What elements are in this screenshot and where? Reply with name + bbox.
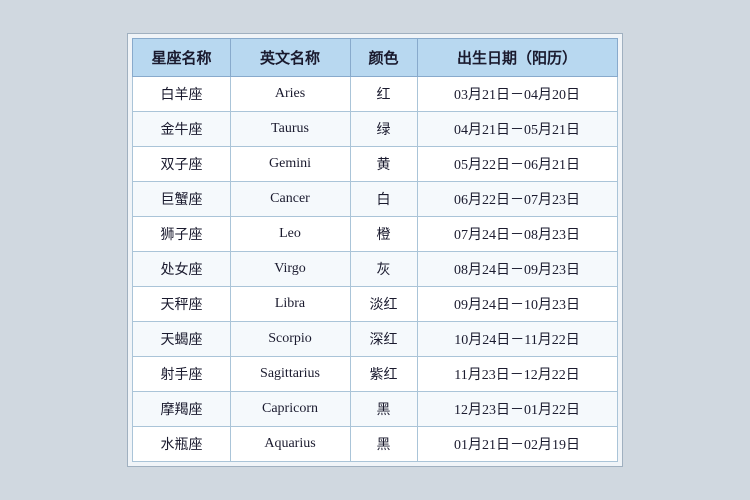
cell-cn: 双子座	[133, 147, 230, 182]
header-date: 出生日期（阳历）	[417, 39, 617, 77]
cell-date: 10月24日－11月22日	[417, 322, 617, 357]
cell-date: 04月21日－05月21日	[417, 112, 617, 147]
cell-date: 01月21日－02月19日	[417, 427, 617, 462]
cell-color: 绿	[350, 112, 417, 147]
cell-cn: 天秤座	[133, 287, 230, 322]
cell-color: 灰	[350, 252, 417, 287]
cell-color: 红	[350, 77, 417, 112]
cell-en: Leo	[230, 217, 350, 252]
cell-color: 深红	[350, 322, 417, 357]
cell-date: 12月23日－01月22日	[417, 392, 617, 427]
cell-en: Aries	[230, 77, 350, 112]
table-header-row: 星座名称 英文名称 颜色 出生日期（阳历）	[133, 39, 617, 77]
cell-date: 09月24日－10月23日	[417, 287, 617, 322]
cell-color: 黄	[350, 147, 417, 182]
cell-date: 08月24日－09月23日	[417, 252, 617, 287]
cell-cn: 巨蟹座	[133, 182, 230, 217]
cell-cn: 金牛座	[133, 112, 230, 147]
cell-date: 05月22日－06月21日	[417, 147, 617, 182]
cell-cn: 天蝎座	[133, 322, 230, 357]
header-en: 英文名称	[230, 39, 350, 77]
cell-cn: 摩羯座	[133, 392, 230, 427]
table-row: 金牛座Taurus绿04月21日－05月21日	[133, 112, 617, 147]
cell-color: 橙	[350, 217, 417, 252]
zodiac-table: 星座名称 英文名称 颜色 出生日期（阳历） 白羊座Aries红03月21日－04…	[132, 38, 617, 462]
cell-color: 黑	[350, 427, 417, 462]
cell-date: 11月23日－12月22日	[417, 357, 617, 392]
cell-en: Capricorn	[230, 392, 350, 427]
table-row: 水瓶座Aquarius黑01月21日－02月19日	[133, 427, 617, 462]
cell-en: Gemini	[230, 147, 350, 182]
cell-cn: 射手座	[133, 357, 230, 392]
table-row: 巨蟹座Cancer白06月22日－07月23日	[133, 182, 617, 217]
zodiac-table-container: 星座名称 英文名称 颜色 出生日期（阳历） 白羊座Aries红03月21日－04…	[127, 33, 622, 467]
cell-en: Libra	[230, 287, 350, 322]
table-row: 摩羯座Capricorn黑12月23日－01月22日	[133, 392, 617, 427]
cell-color: 淡红	[350, 287, 417, 322]
cell-date: 07月24日－08月23日	[417, 217, 617, 252]
cell-color: 白	[350, 182, 417, 217]
cell-en: Sagittarius	[230, 357, 350, 392]
cell-en: Scorpio	[230, 322, 350, 357]
table-row: 狮子座Leo橙07月24日－08月23日	[133, 217, 617, 252]
cell-cn: 白羊座	[133, 77, 230, 112]
table-row: 白羊座Aries红03月21日－04月20日	[133, 77, 617, 112]
table-row: 双子座Gemini黄05月22日－06月21日	[133, 147, 617, 182]
table-row: 天秤座Libra淡红09月24日－10月23日	[133, 287, 617, 322]
cell-en: Virgo	[230, 252, 350, 287]
cell-en: Taurus	[230, 112, 350, 147]
cell-en: Aquarius	[230, 427, 350, 462]
cell-cn: 水瓶座	[133, 427, 230, 462]
cell-cn: 处女座	[133, 252, 230, 287]
header-cn: 星座名称	[133, 39, 230, 77]
cell-en: Cancer	[230, 182, 350, 217]
header-color: 颜色	[350, 39, 417, 77]
cell-color: 紫红	[350, 357, 417, 392]
cell-cn: 狮子座	[133, 217, 230, 252]
cell-color: 黑	[350, 392, 417, 427]
table-row: 处女座Virgo灰08月24日－09月23日	[133, 252, 617, 287]
cell-date: 03月21日－04月20日	[417, 77, 617, 112]
cell-date: 06月22日－07月23日	[417, 182, 617, 217]
table-row: 天蝎座Scorpio深红10月24日－11月22日	[133, 322, 617, 357]
table-row: 射手座Sagittarius紫红11月23日－12月22日	[133, 357, 617, 392]
